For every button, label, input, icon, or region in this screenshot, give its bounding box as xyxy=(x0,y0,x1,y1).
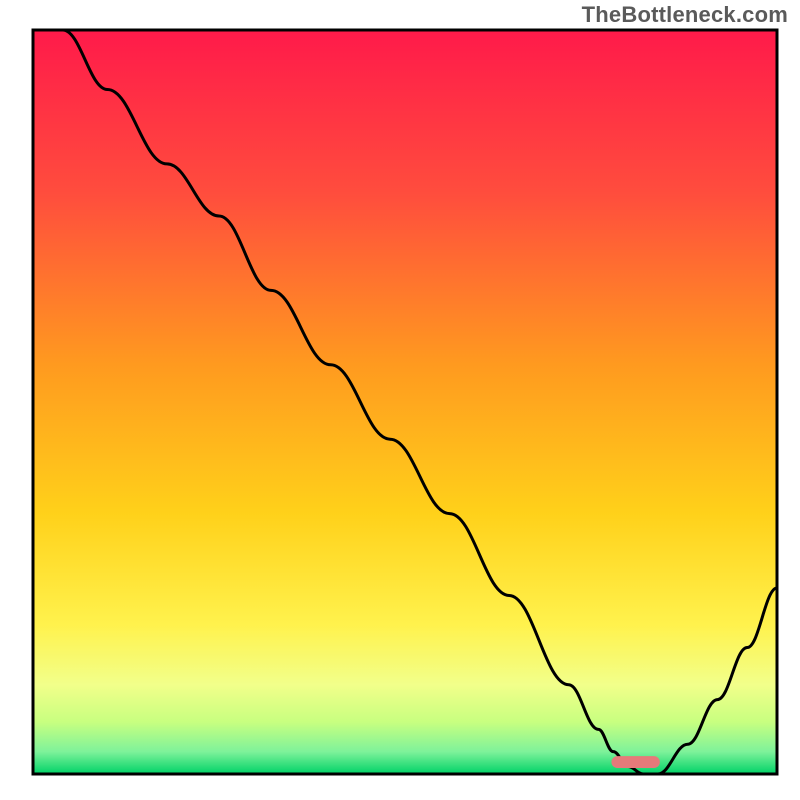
chart-canvas xyxy=(0,0,800,800)
optimal-marker xyxy=(611,756,659,768)
watermark-text: TheBottleneck.com xyxy=(582,2,788,28)
